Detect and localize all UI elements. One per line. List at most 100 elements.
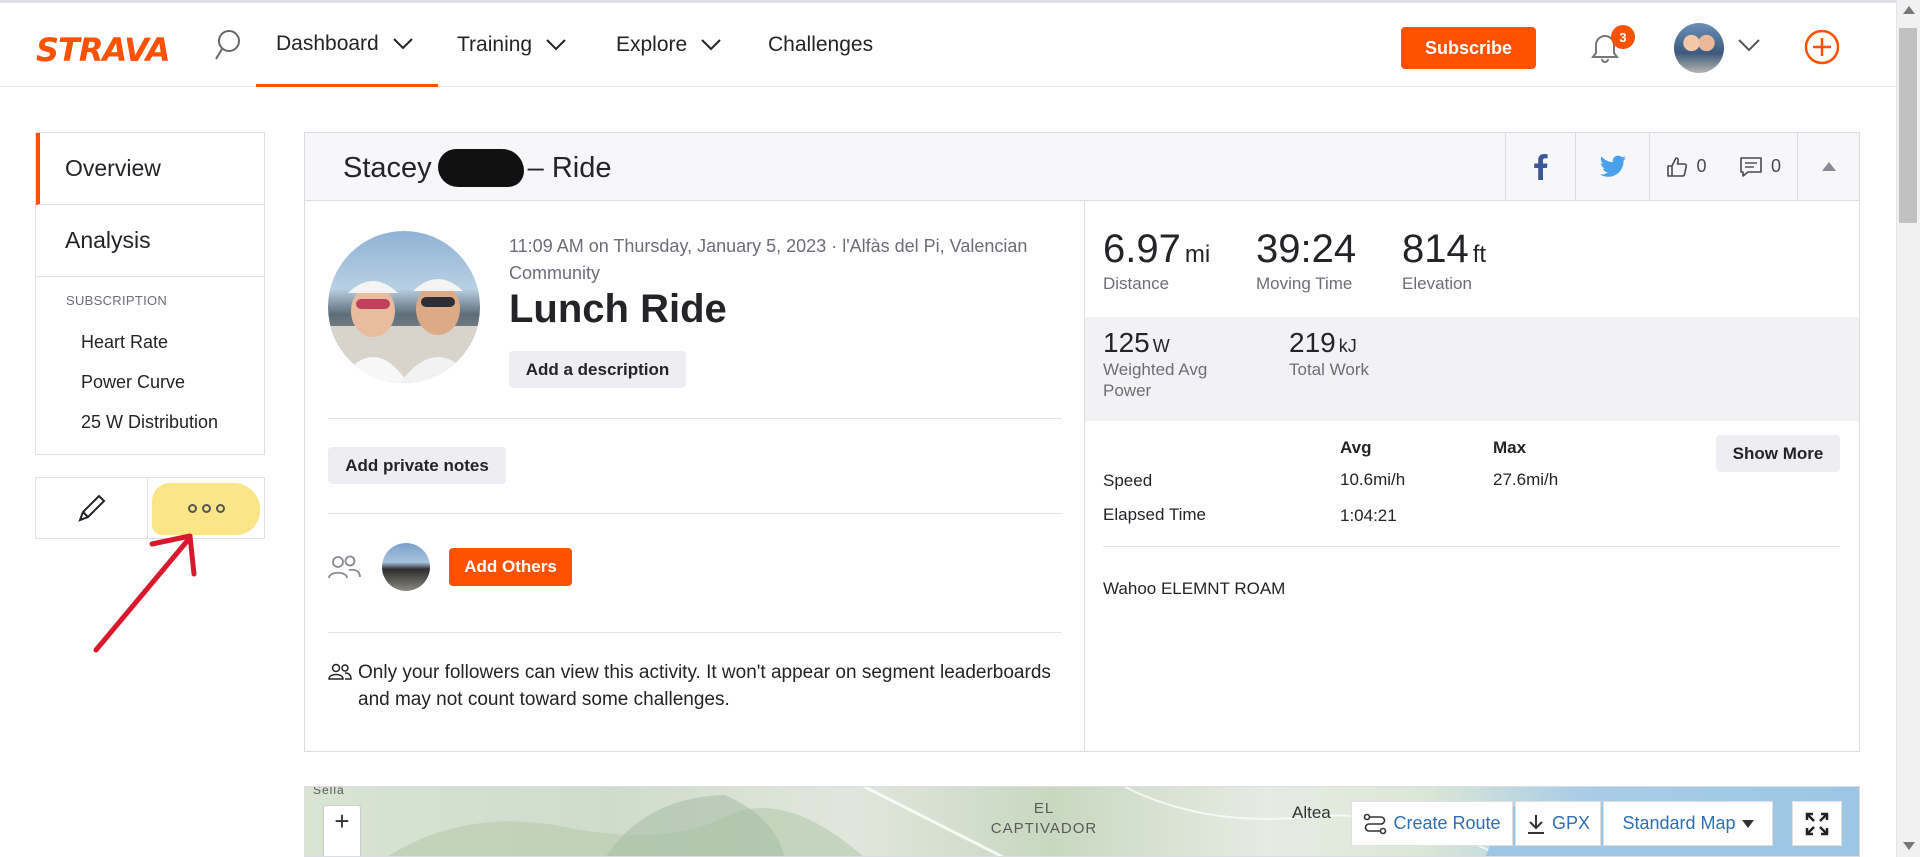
stat-total-work: 219 kJ Total Work xyxy=(1289,327,1369,380)
elapsed-time-label: Elapsed Time xyxy=(1103,505,1206,524)
device-name: Wahoo ELEMNT ROAM xyxy=(1103,579,1286,598)
add-others-button[interactable]: Add Others xyxy=(449,548,572,586)
column-avg: Avg xyxy=(1340,438,1372,457)
map-type-select[interactable]: Standard Map xyxy=(1603,801,1773,846)
caret-down-icon xyxy=(1741,819,1754,828)
search-icon[interactable] xyxy=(214,29,242,68)
kudos-count: 0 xyxy=(1696,156,1707,176)
speed-label: Speed xyxy=(1103,471,1153,490)
share-facebook-button[interactable] xyxy=(1505,133,1575,200)
tab-analysis[interactable]: Analysis xyxy=(36,205,264,277)
group-icon xyxy=(327,553,361,586)
scrollbar-thumb[interactable] xyxy=(1899,28,1917,223)
total-work-label: Total Work xyxy=(1289,360,1369,379)
ellipsis-icon xyxy=(187,503,225,513)
download-icon xyxy=(1527,814,1544,834)
comment-icon xyxy=(1740,156,1762,177)
fullscreen-button[interactable] xyxy=(1792,801,1842,846)
fullscreen-icon xyxy=(1805,812,1829,835)
create-route-button[interactable]: Create Route xyxy=(1351,801,1513,846)
nav-dashboard-label: Dashboard xyxy=(276,31,379,55)
top-navigation: STRAVA Dashboard Training Explore Challe… xyxy=(0,0,1896,87)
chevron-down-icon xyxy=(393,37,413,49)
pencil-icon xyxy=(77,494,105,522)
activity-name: Lunch Ride xyxy=(509,287,727,331)
nav-challenges[interactable]: Challenges xyxy=(768,3,873,87)
sidebar-item-power-distribution[interactable]: 25 W Distribution xyxy=(36,402,264,442)
stat-elevation: 814 ft Elevation xyxy=(1402,227,1486,294)
sidebar-item-power-curve[interactable]: Power Curve xyxy=(36,362,264,402)
stat-moving-time: 39:24 Moving Time xyxy=(1256,227,1356,294)
facebook-icon xyxy=(1533,153,1548,180)
activity-map[interactable]: + Sella EL CAPTIVADOR Altea Create Route… xyxy=(304,786,1860,857)
sidebar-item-heart-rate[interactable]: Heart Rate xyxy=(36,322,264,362)
strava-logo[interactable]: STRAVA xyxy=(36,31,170,69)
add-private-notes-button[interactable]: Add private notes xyxy=(328,447,506,484)
map-place-label: Sella xyxy=(313,786,345,797)
followers-icon xyxy=(328,663,352,686)
activity-details: 11:09 AM on Thursday, January 5, 2023 · … xyxy=(305,201,1085,751)
nav-training-label: Training xyxy=(457,33,533,56)
subscription-title: SUBSCRIPTION xyxy=(66,293,168,308)
divider xyxy=(1103,546,1840,547)
nav-dashboard[interactable]: Dashboard xyxy=(256,3,438,87)
gpx-label: GPX xyxy=(1551,813,1590,833)
activity-body: 11:09 AM on Thursday, January 5, 2023 · … xyxy=(305,201,1861,751)
caret-up-icon xyxy=(1821,162,1836,171)
total-work-unit: kJ xyxy=(1338,336,1357,356)
share-twitter-button[interactable] xyxy=(1575,133,1649,200)
distance-label: Distance xyxy=(1103,274,1170,293)
nav-explore-label: Explore xyxy=(616,33,688,56)
moving-time-label: Moving Time xyxy=(1256,274,1353,293)
kudos-button[interactable]: 0 xyxy=(1649,133,1723,200)
speed-max: 27.6mi/h xyxy=(1493,470,1559,489)
stat-distance: 6.97 mi Distance xyxy=(1103,227,1210,294)
chevron-down-icon[interactable] xyxy=(1738,39,1760,57)
power-stats-band: 125 W Weighted Avg Power 219 kJ Total Work xyxy=(1085,317,1859,421)
athlete-photo[interactable] xyxy=(328,231,480,383)
nav-training[interactable]: Training xyxy=(457,3,566,87)
tab-overview[interactable]: Overview xyxy=(36,133,264,205)
more-actions-button[interactable] xyxy=(148,478,264,538)
athlete-name[interactable]: Stacey xyxy=(343,152,432,185)
subscription-section: SUBSCRIPTION Heart Rate Power Curve 25 W… xyxy=(36,277,264,454)
scroll-up-icon[interactable] xyxy=(1903,6,1915,14)
show-more-button[interactable]: Show More xyxy=(1716,435,1840,472)
twitter-icon xyxy=(1599,155,1626,177)
weighted-power-label: Weighted Avg Power xyxy=(1103,360,1208,400)
subscribe-button[interactable]: Subscribe xyxy=(1401,27,1536,69)
create-route-label: Create Route xyxy=(1393,813,1501,833)
distance-value: 6.97 xyxy=(1103,227,1181,271)
moving-time-value: 39:24 xyxy=(1256,227,1357,271)
map-type-label: Standard Map xyxy=(1622,813,1736,833)
add-description-button[interactable]: Add a description xyxy=(509,351,686,388)
annotation-arrow xyxy=(93,533,197,653)
elapsed-time-value: 1:04:21 xyxy=(1340,506,1397,525)
total-work-value: 219 xyxy=(1289,327,1336,358)
scroll-down-icon[interactable] xyxy=(1903,842,1915,850)
activity-type: – Ride xyxy=(527,151,612,184)
column-max: Max xyxy=(1493,438,1527,457)
activity-card: Stacey – Ride 0 0 11:09 AM on Thursday, … xyxy=(304,132,1860,752)
divider xyxy=(328,632,1062,633)
edit-activity-button[interactable] xyxy=(36,478,149,538)
chevron-down-icon xyxy=(701,39,721,51)
elevation-value: 814 xyxy=(1402,227,1469,271)
comments-button[interactable]: 0 xyxy=(1723,133,1797,200)
speed-avg: 10.6mi/h xyxy=(1340,470,1406,489)
divider xyxy=(328,418,1062,419)
activity-stats: 6.97 mi Distance 39:24 Moving Time 814 ft … xyxy=(1085,201,1859,751)
weighted-power-value: 125 xyxy=(1103,327,1150,358)
export-gpx-button[interactable]: GPX xyxy=(1515,801,1601,846)
activity-header: Stacey – Ride 0 0 xyxy=(305,133,1859,201)
nav-explore[interactable]: Explore xyxy=(616,3,721,87)
elevation-label: Elevation xyxy=(1402,274,1472,293)
thumbs-up-icon xyxy=(1667,156,1688,177)
upload-plus-icon[interactable] xyxy=(1804,29,1840,70)
avatar[interactable] xyxy=(382,543,430,591)
activity-date-location: 11:09 AM on Thursday, January 5, 2023 · … xyxy=(509,236,1028,283)
redaction-mark xyxy=(437,149,524,187)
collapse-button[interactable] xyxy=(1797,133,1859,200)
map-zoom-in-button[interactable]: + xyxy=(323,805,361,856)
avatar[interactable] xyxy=(1674,23,1724,73)
